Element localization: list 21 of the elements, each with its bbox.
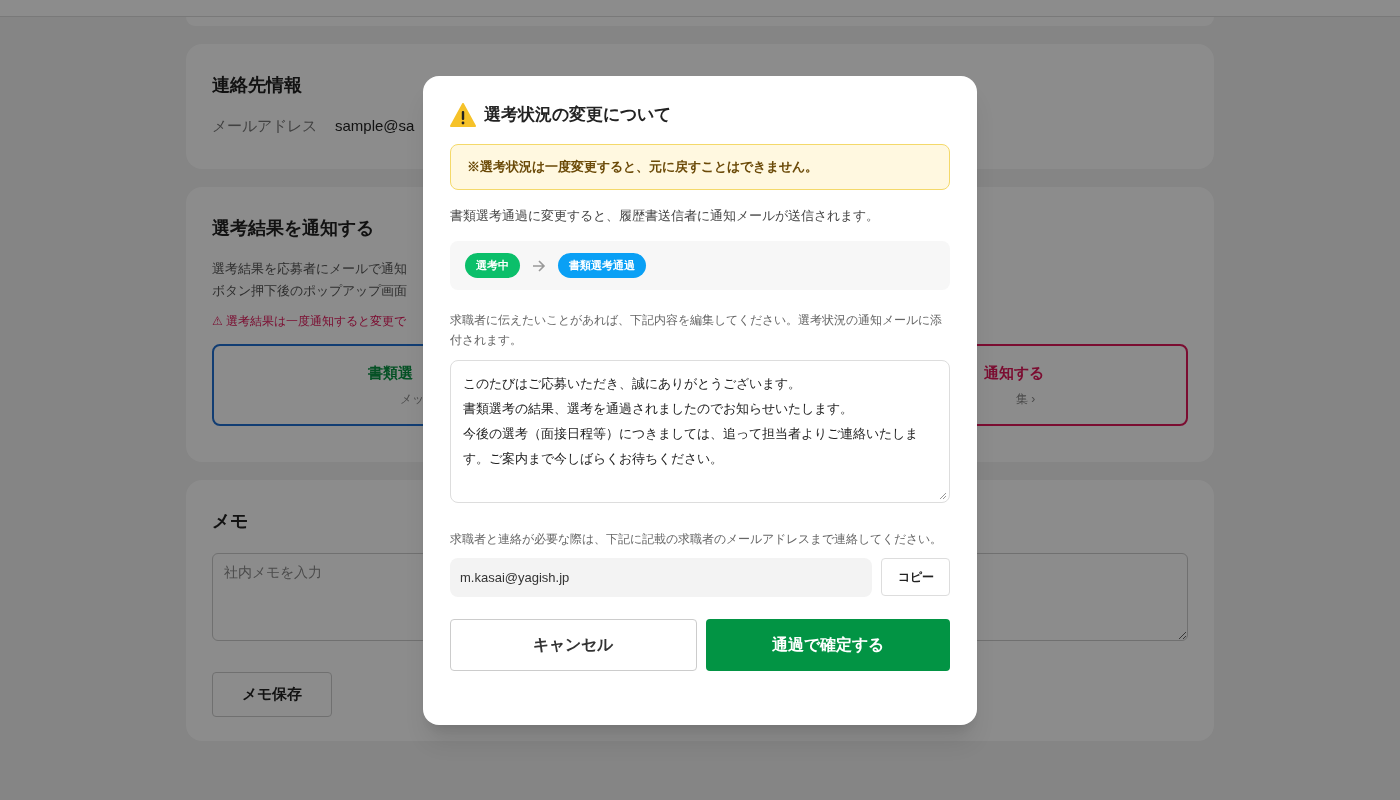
section-title: メモ (212, 510, 249, 533)
field-label: メールアドレス (212, 116, 317, 136)
option-subtitle: 集 › (1016, 391, 1036, 409)
description-text: 書類選考通過に変更すると、履歴書送信者に通知メールが送信されます。 (450, 206, 880, 225)
description-text: 選考結果を応募者にメールで通知 (212, 260, 407, 278)
email-text: sample@sa (335, 116, 415, 136)
warning-text: ⚠ 選考結果は一度通知すると変更で (212, 313, 407, 330)
dialog-title: 選考状況の変更について (484, 104, 671, 126)
message-line: このたびはご応募いただき、誠にありがとうございます。 (463, 375, 801, 393)
section-title: 連絡先情報 (212, 74, 303, 97)
section-title: 選考結果を通知する (212, 217, 374, 240)
message-line: 今後の選考（面接日程等）につきましては、追って担当者よりご連絡いたします。ご案内まで今しばらくお待ちください。 (463, 425, 919, 468)
option-title: 通知する (984, 362, 1044, 383)
message-line: 書類選考の結果、選考を通過されましたのでお知らせいたします。 (463, 400, 853, 418)
description-text: ボタン押下後のポップアップ画面 (212, 282, 407, 300)
hint-text: 求職者に伝えたいことがあれば、下記内容を編集してください。選考状況の通知メールに添付されます。 (450, 312, 943, 349)
status-badge: 選考中 (465, 253, 520, 278)
status-badge: 書類選考通過 (558, 253, 646, 278)
alert-box: ※選考状況は一度変更すると、元に戻すことはできません。 (450, 143, 950, 190)
hint-text: 求職者と連絡が必要な際は、下記に記載の求職者のメールアドレスまで連絡してください。 (450, 531, 943, 548)
option-title: 書類選 (368, 362, 413, 383)
